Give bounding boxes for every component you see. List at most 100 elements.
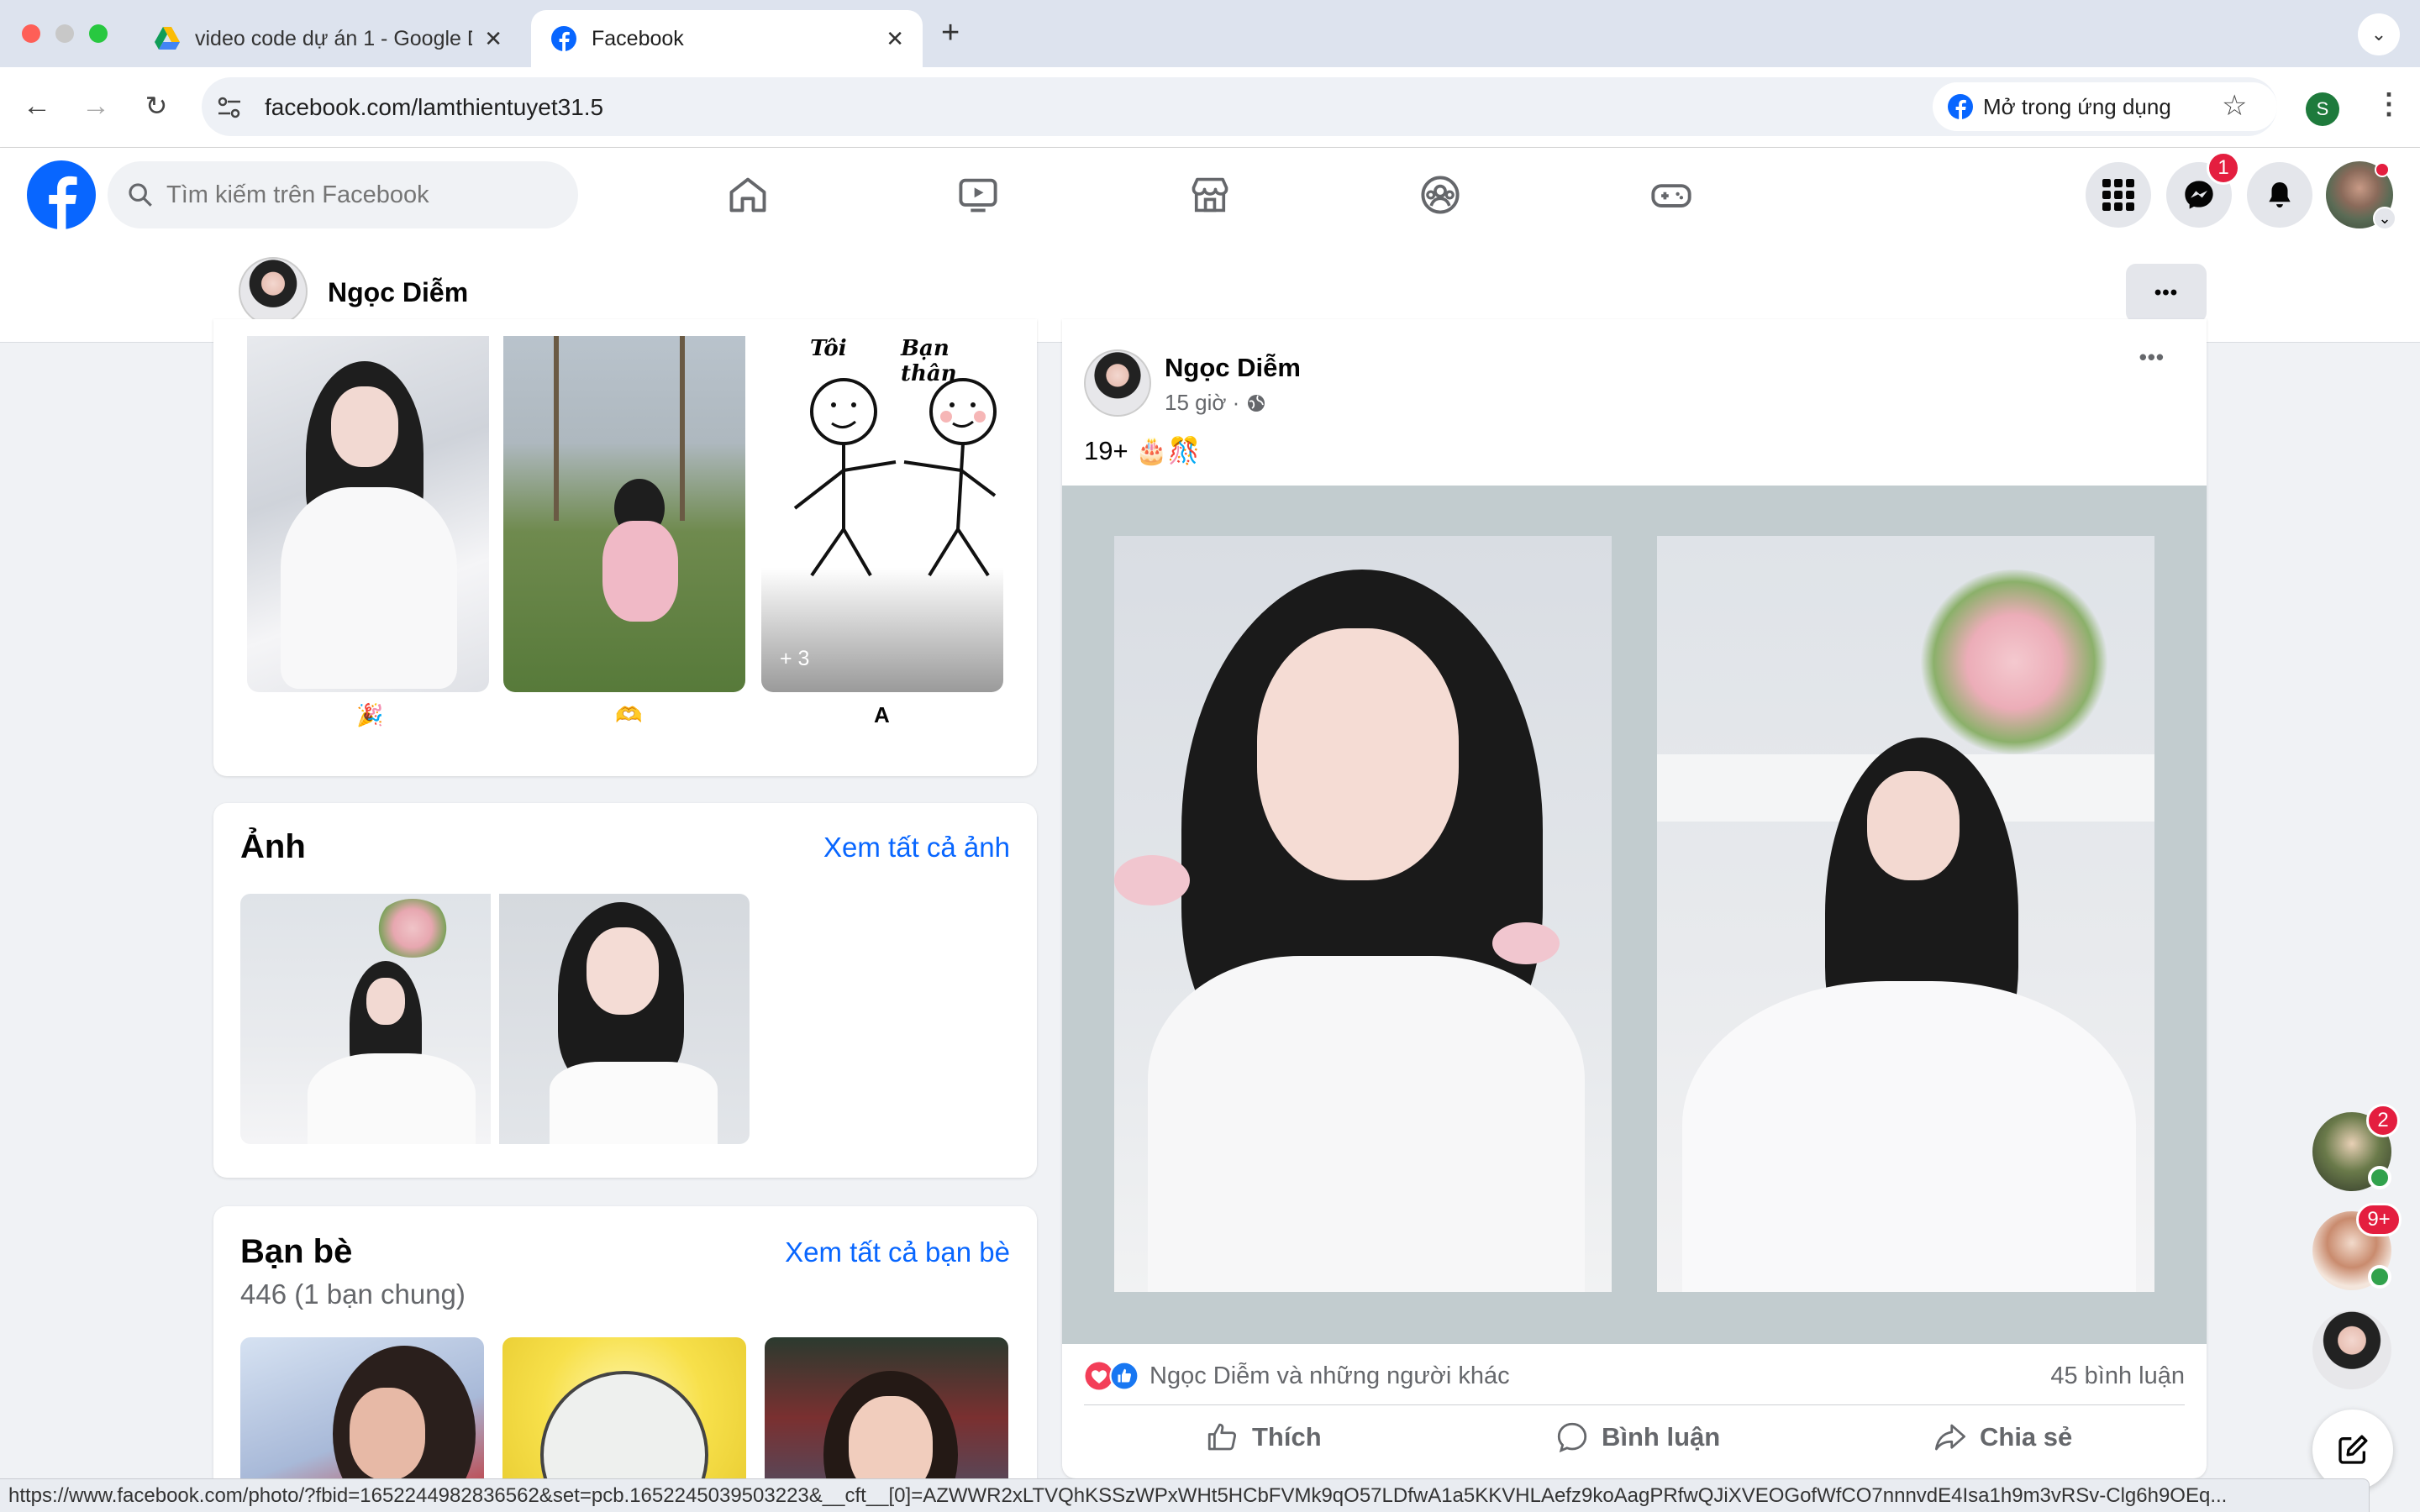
tab-search-chevron-icon[interactable]: ⌄	[2358, 13, 2400, 55]
bell-icon	[2269, 181, 2291, 208]
see-all-friends-link[interactable]: Xem tất cả bạn bè	[785, 1236, 1010, 1268]
reactions-text: Ngọc Diễm và những người khác	[1150, 1362, 1510, 1389]
search-box[interactable]	[108, 161, 578, 228]
search-icon	[129, 183, 152, 207]
post-card: Ngọc Diễm 15 giờ · ••• 19+ 🎂🎊 Ngọc Diễm …	[1062, 319, 2207, 1478]
friends-count: 446 (1 bạn chung)	[240, 1278, 466, 1310]
featured-caption: A	[874, 702, 890, 727]
face-shape	[366, 978, 405, 1025]
close-window-button[interactable]	[22, 24, 40, 43]
photos-card: Ảnh Xem tất cả ảnh	[213, 803, 1037, 1178]
new-tab-button[interactable]: +	[941, 15, 960, 51]
chat-head[interactable]	[2312, 1310, 2391, 1389]
photo-thumbnail[interactable]	[499, 894, 750, 1144]
divider	[1084, 1404, 2185, 1405]
facebook-logo-icon[interactable]	[27, 160, 96, 229]
post-time[interactable]: 15 giờ ·	[1165, 390, 1239, 416]
browser-tab-strip: video code dự án 1 - Google Drive ✕ Face…	[0, 0, 2420, 67]
back-arrow-icon[interactable]: ←	[15, 84, 59, 128]
compose-icon	[2338, 1435, 2368, 1464]
dress-shape	[308, 1053, 476, 1144]
close-tab-icon[interactable]: ✕	[484, 26, 502, 52]
featured-item[interactable]: Tôi Bạn thân + 3	[761, 336, 1003, 692]
bookmark-star-icon[interactable]: ☆	[2222, 89, 2247, 123]
featured-card: 🎉 🫶 Tôi Bạn thân + 3 A	[213, 319, 1037, 776]
comment-button[interactable]: Bình luận	[1555, 1420, 1720, 1455]
comments-count[interactable]: 45 bình luận	[2050, 1362, 2185, 1390]
tab-facebook[interactable]: Facebook ✕	[531, 10, 923, 67]
flowers-shape	[375, 899, 450, 958]
address-bar[interactable]: facebook.com/lamthientuyet31.5 Mở trong …	[202, 77, 2277, 136]
tulip-shape	[1492, 922, 1560, 964]
open-in-app-label: Mở trong ứng dụng	[1983, 93, 2171, 119]
featured-caption: 🎉	[356, 702, 384, 727]
thumbs-up-icon	[1207, 1423, 1237, 1451]
reactions-summary[interactable]: Ngọc Diễm và những người khác	[1084, 1361, 1510, 1391]
photo-thumbnail[interactable]	[240, 894, 491, 1144]
tab-title: Facebook	[592, 26, 684, 50]
zoom-window-button[interactable]	[89, 24, 108, 43]
messenger-icon	[2185, 181, 2213, 209]
gaming-icon[interactable]	[1649, 173, 1694, 217]
featured-caption: 🫶	[615, 702, 643, 727]
like-reaction-icon	[1109, 1361, 1139, 1391]
flowers-shape	[1918, 570, 2111, 754]
dress-shape	[1682, 981, 2136, 1292]
chat-head-badge: 9+	[2356, 1203, 2402, 1236]
video-icon[interactable]	[956, 173, 1000, 217]
featured-item[interactable]	[247, 336, 489, 692]
marketplace-icon[interactable]	[1188, 173, 1232, 217]
more-count-overlay: + 3	[780, 647, 810, 670]
close-tab-icon[interactable]: ✕	[886, 26, 904, 52]
chevron-down-icon[interactable]: ⌄	[2373, 207, 2396, 230]
profile-name[interactable]: Ngọc Diễm	[328, 277, 468, 308]
post-author-avatar[interactable]	[1084, 349, 1151, 417]
like-button[interactable]: Thích	[1205, 1420, 1322, 1455]
profile-avatar[interactable]	[239, 257, 308, 326]
account-alert-dot	[2375, 162, 2390, 177]
stick-figures-drawing	[793, 378, 997, 577]
menu-grid-button[interactable]	[2086, 162, 2151, 228]
see-all-photos-link[interactable]: Xem tất cả ảnh	[823, 832, 1010, 864]
post-photo[interactable]	[1657, 536, 2154, 1292]
face-shape	[331, 386, 398, 467]
online-status-dot	[2368, 1166, 2391, 1189]
online-status-dot	[2368, 1265, 2391, 1289]
reload-icon[interactable]: ↻	[134, 84, 178, 128]
featured-item[interactable]	[503, 336, 745, 692]
face-shape	[587, 927, 659, 1015]
chat-head-badge: 2	[2366, 1104, 2400, 1137]
comment-icon	[1557, 1422, 1587, 1453]
messenger-badge: 1	[2207, 151, 2240, 185]
drawing-label-left: Tôi	[810, 336, 847, 361]
home-icon[interactable]	[726, 173, 770, 217]
search-input[interactable]	[166, 181, 553, 209]
profile-avatar[interactable]: S	[2306, 92, 2339, 126]
dress-shape	[550, 1062, 718, 1144]
post-meta: 15 giờ ·	[1165, 390, 1266, 416]
like-label: Thích	[1252, 1422, 1322, 1452]
globe-icon	[1248, 394, 1265, 412]
friends-card: Bạn bè Xem tất cả bạn bè 446 (1 bạn chun…	[213, 1206, 1037, 1512]
notifications-button[interactable]	[2247, 162, 2312, 228]
tulip-shape	[1114, 855, 1190, 906]
post-author-name[interactable]: Ngọc Diễm	[1165, 353, 1301, 383]
tab-google-drive[interactable]: video code dự án 1 - Google Drive ✕	[134, 10, 521, 67]
face-shape	[1867, 771, 1960, 880]
profile-more-button[interactable]: •••	[2126, 264, 2207, 323]
site-settings-icon[interactable]	[217, 96, 242, 119]
comment-label: Bình luận	[1602, 1422, 1721, 1452]
google-drive-icon	[155, 27, 180, 50]
groups-icon[interactable]	[1418, 173, 1462, 217]
face-shape	[350, 1388, 425, 1480]
dress-shape	[281, 487, 457, 689]
post-options-button[interactable]: •••	[2139, 344, 2165, 370]
face-shape	[1257, 628, 1459, 880]
forward-arrow-icon[interactable]: →	[74, 84, 118, 128]
kebab-menu-icon[interactable]: ⋮	[2375, 87, 2403, 121]
post-photo[interactable]	[1114, 536, 1612, 1292]
grid-icon	[2102, 179, 2134, 211]
share-button[interactable]: Chia sẻ	[1933, 1420, 2072, 1455]
minimize-window-button[interactable]	[55, 24, 74, 43]
dress-shape	[602, 521, 678, 622]
